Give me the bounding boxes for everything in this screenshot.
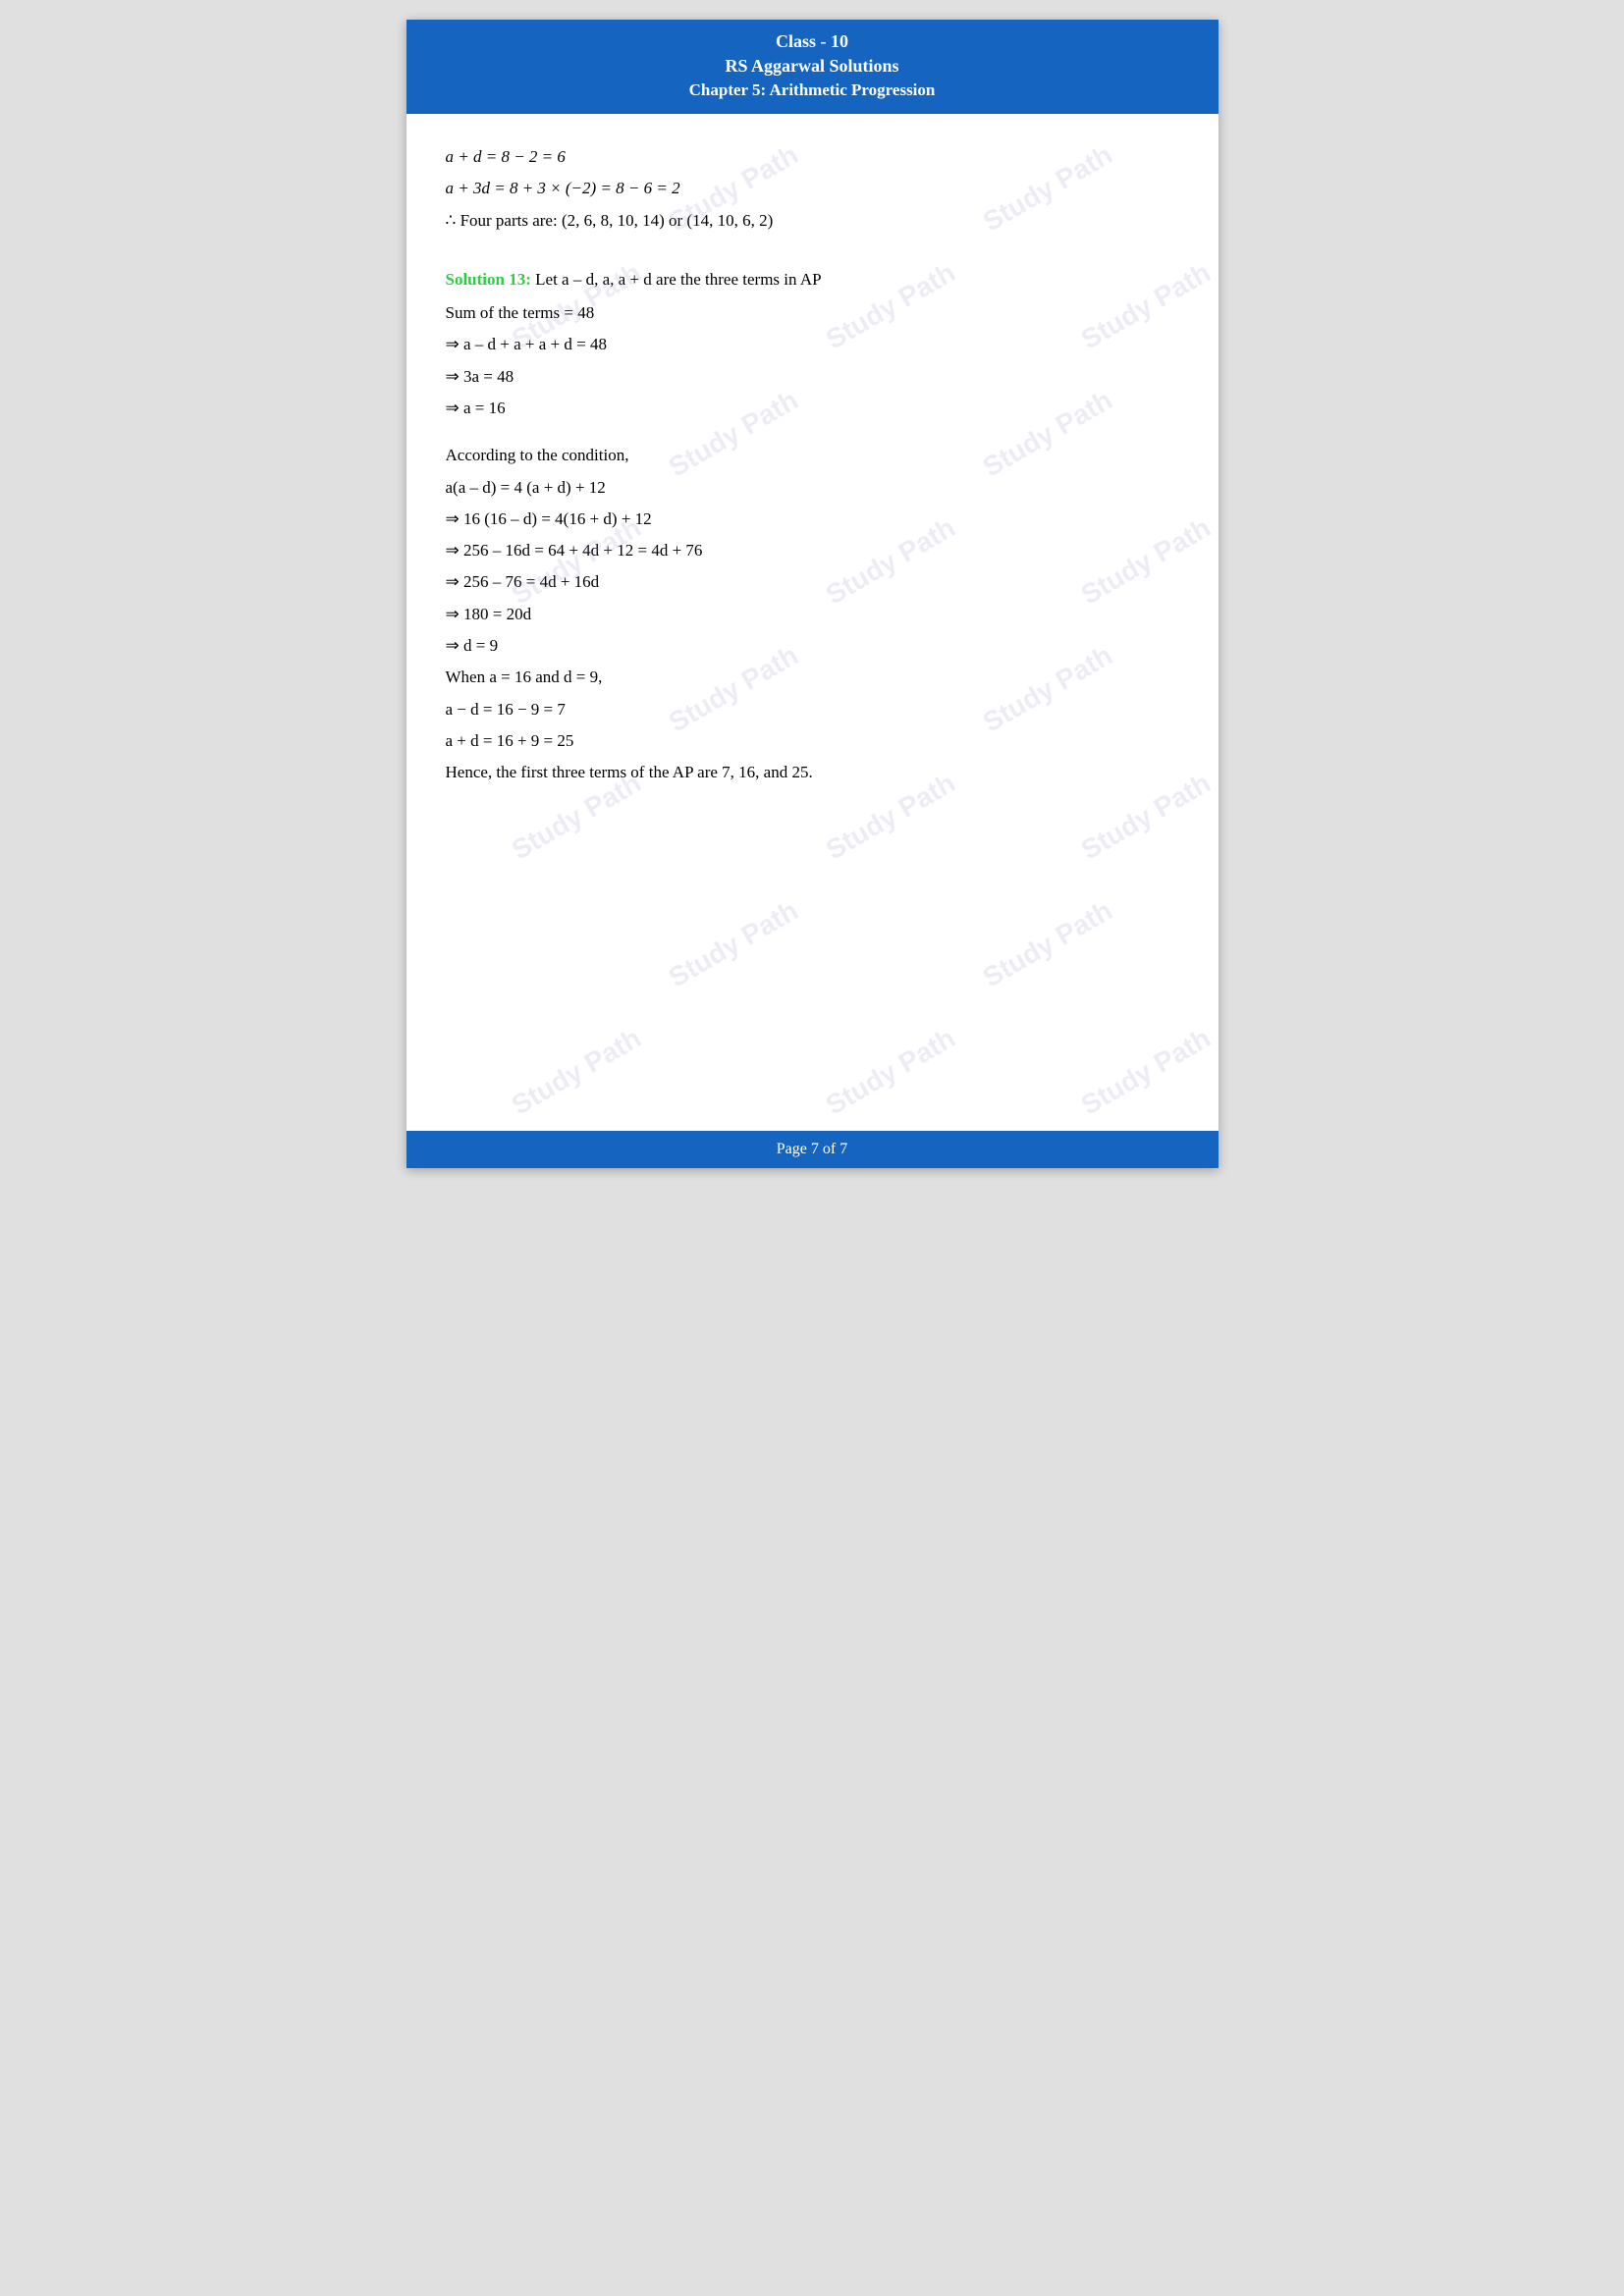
math-line-1: a + d = 8 − 2 = 6 [446, 141, 1179, 173]
sol13-line-2: ⇒ a – d + a + a + d = 48 [446, 329, 1179, 360]
math-line-3: ∴ Four parts are: (2, 6, 8, 10, 14) or (… [446, 205, 1179, 237]
gap [446, 237, 1179, 252]
sol13-line-12: When a = 16 and d = 9, [446, 662, 1179, 693]
page-number: Page 7 of 7 [777, 1141, 847, 1157]
sol13-line-10: ⇒ 180 = 20d [446, 599, 1179, 630]
sol13-line-13: a − d = 16 − 9 = 7 [446, 694, 1179, 725]
sol13-line-4: ⇒ a = 16 [446, 393, 1179, 424]
solution-label: Solution 13: [446, 270, 531, 289]
page-header: Class - 10 RS Aggarwal Solutions Chapter… [406, 20, 1218, 114]
sol13-line-8: ⇒ 256 – 16d = 64 + 4d + 12 = 4d + 76 [446, 535, 1179, 566]
page-content: Study Path Study Path Study Path Study P… [406, 114, 1218, 1131]
sol13-line-11: ⇒ d = 9 [446, 630, 1179, 662]
page: Class - 10 RS Aggarwal Solutions Chapter… [406, 20, 1218, 1168]
header-chapter: Chapter 5: Arithmetic Progression [426, 79, 1199, 102]
math-line-2: a + 3d = 8 + 3 × (−2) = 8 − 6 = 2 [446, 173, 1179, 204]
sol13-line-14: a + d = 16 + 9 = 25 [446, 725, 1179, 757]
page-footer: Page 7 of 7 [406, 1131, 1218, 1168]
header-class: Class - 10 [426, 29, 1199, 54]
watermark: Study Path [663, 895, 803, 994]
sol13-line-1: Sum of the terms = 48 [446, 297, 1179, 329]
solution-13-intro: Let a – d, a, a + d are the three terms … [535, 270, 821, 289]
watermark: Study Path [506, 1023, 646, 1122]
sol13-line-3: ⇒ 3a = 48 [446, 361, 1179, 393]
watermark: Study Path [977, 895, 1117, 994]
watermark: Study Path [1075, 1023, 1216, 1122]
header-title: RS Aggarwal Solutions [426, 54, 1199, 79]
sol13-line-9: ⇒ 256 – 76 = 4d + 16d [446, 566, 1179, 598]
sol13-line-7: ⇒ 16 (16 – d) = 4(16 + d) + 12 [446, 504, 1179, 535]
sol13-conclusion: Hence, the first three terms of the AP a… [446, 757, 1179, 788]
sol13-line-6: a(a – d) = 4 (a + d) + 12 [446, 472, 1179, 504]
gap2 [446, 424, 1179, 440]
watermark: Study Path [820, 1023, 960, 1122]
sol13-line-5: According to the condition, [446, 440, 1179, 471]
solution-13-heading: Solution 13: Let a – d, a, a + d are the… [446, 270, 1179, 290]
